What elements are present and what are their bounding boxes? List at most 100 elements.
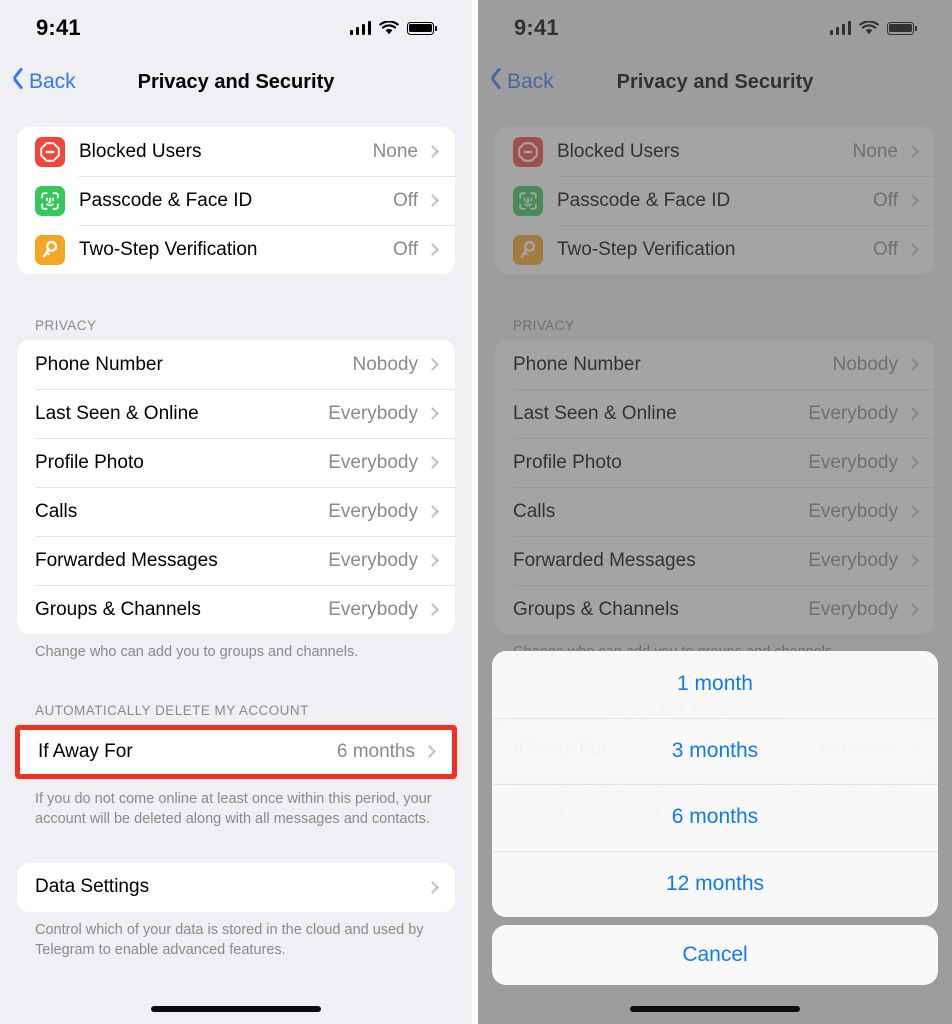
row-value: Everybody <box>808 402 898 424</box>
row-label: Blocked Users <box>557 140 680 162</box>
security-settings-card: Blocked Users None Passcode & Face ID Of… <box>17 127 455 274</box>
row-label: Data Settings <box>35 876 150 898</box>
key-icon <box>513 234 543 265</box>
phone-screen-left: 9:41 Back Privacy and Security Blocked U… <box>0 0 472 1024</box>
chevron-right-icon <box>426 194 439 207</box>
navigation-bar: Back Privacy and Security <box>0 56 472 108</box>
row-groups-channels[interactable]: Groups & Channels Everybody <box>17 585 455 634</box>
row-label: Passcode & Face ID <box>557 189 731 211</box>
chevron-right-icon <box>426 880 439 894</box>
row-last-seen-online[interactable]: Last Seen & Online Everybody <box>495 389 935 438</box>
row-profile-photo[interactable]: Profile Photo Everybody <box>17 438 455 487</box>
privacy-settings-card: Phone Number Nobody Last Seen & Online E… <box>495 340 935 634</box>
row-value: Everybody <box>328 451 418 473</box>
wifi-icon <box>379 20 399 34</box>
chevron-right-icon <box>426 358 439 371</box>
chevron-right-icon <box>906 505 919 518</box>
chevron-right-icon <box>906 243 919 256</box>
row-value: Everybody <box>808 500 898 522</box>
row-value: Everybody <box>808 451 898 473</box>
blocked-users-icon <box>35 136 65 167</box>
action-sheet: 1 month 3 months 6 months 12 months Canc… <box>492 651 938 985</box>
row-label: Groups & Channels <box>35 598 201 620</box>
wifi-icon <box>859 20 879 34</box>
row-value: Off <box>393 189 418 211</box>
row-label: Last Seen & Online <box>35 402 199 424</box>
chevron-right-icon <box>906 194 919 207</box>
action-sheet-option-1-month[interactable]: 1 month <box>492 651 938 718</box>
row-last-seen-online[interactable]: Last Seen & Online Everybody <box>17 389 455 438</box>
row-label: Passcode & Face ID <box>79 189 253 211</box>
row-label: Two-Step Verification <box>557 238 736 260</box>
auto-delete-section-header: AUTOMATICALLY DELETE MY ACCOUNT <box>35 702 309 718</box>
back-button-label: Back <box>507 70 554 93</box>
row-value: Everybody <box>328 598 418 620</box>
auto-delete-section-footer: If you do not come online at least once … <box>35 790 432 828</box>
blocked-users-icon <box>513 136 543 167</box>
row-if-away-for[interactable]: If Away For 6 months <box>20 730 452 774</box>
row-forwarded-messages[interactable]: Forwarded Messages Everybody <box>495 536 935 585</box>
row-profile-photo[interactable]: Profile Photo Everybody <box>495 438 935 487</box>
privacy-section-header: PRIVACY <box>513 318 575 333</box>
phone-screen-right: 9:41 Back Privacy and Security Blocked U… <box>478 0 952 1024</box>
chevron-left-icon <box>490 71 503 93</box>
face-id-icon <box>513 185 543 216</box>
chevron-right-icon <box>423 745 436 758</box>
row-calls[interactable]: Calls Everybody <box>495 487 935 536</box>
row-label: Phone Number <box>35 353 163 375</box>
row-label: Profile Photo <box>35 451 144 473</box>
chevron-right-icon <box>426 603 439 616</box>
highlight-box-if-away-for: If Away For 6 months <box>15 724 457 779</box>
row-value: Nobody <box>832 353 899 375</box>
row-label: Blocked Users <box>79 140 202 162</box>
row-blocked-users[interactable]: Blocked Users None <box>495 127 935 176</box>
action-sheet-option-3-months[interactable]: 3 months <box>492 717 938 785</box>
action-sheet-option-12-months[interactable]: 12 months <box>492 850 938 918</box>
chevron-right-icon <box>906 407 919 420</box>
row-two-step-verification[interactable]: Two-Step Verification Off <box>17 225 455 274</box>
row-value: Everybody <box>808 598 898 620</box>
row-two-step-verification[interactable]: Two-Step Verification Off <box>495 225 935 274</box>
row-label: Forwarded Messages <box>35 549 218 571</box>
status-bar: 9:41 <box>0 0 472 56</box>
row-passcode-face-id[interactable]: Passcode & Face ID Off <box>17 176 455 225</box>
row-forwarded-messages[interactable]: Forwarded Messages Everybody <box>17 536 455 585</box>
row-value: 6 months <box>336 740 415 762</box>
privacy-settings-card: Phone Number Nobody Last Seen & Online E… <box>17 340 455 634</box>
back-button[interactable]: Back <box>12 70 76 94</box>
row-phone-number[interactable]: Phone Number Nobody <box>495 340 935 389</box>
chevron-right-icon <box>426 243 439 256</box>
row-label: Two-Step Verification <box>79 238 258 260</box>
row-label: Calls <box>35 500 78 522</box>
chevron-right-icon <box>906 358 919 371</box>
security-settings-card: Blocked Users None Passcode & Face ID Of… <box>495 127 935 274</box>
chevron-left-icon <box>12 71 25 93</box>
row-label: If Away For <box>38 740 133 762</box>
status-bar-icons <box>349 20 437 36</box>
chevron-right-icon <box>426 554 439 567</box>
action-sheet-options: 1 month 3 months 6 months 12 months <box>492 651 938 917</box>
panel-divider <box>472 0 478 1024</box>
row-label: Last Seen & Online <box>513 402 677 424</box>
row-data-settings[interactable]: Data Settings <box>17 863 455 912</box>
face-id-icon <box>35 185 65 216</box>
row-value: Everybody <box>328 500 418 522</box>
back-button[interactable]: Back <box>490 70 554 94</box>
row-calls[interactable]: Calls Everybody <box>17 487 455 536</box>
row-blocked-users[interactable]: Blocked Users None <box>17 127 455 176</box>
data-settings-footer: Control which of your data is stored in … <box>35 921 424 959</box>
action-sheet-option-6-months[interactable]: 6 months <box>492 784 938 851</box>
back-button-label: Back <box>29 70 76 93</box>
chevron-right-icon <box>906 603 919 616</box>
status-bar: 9:41 <box>478 0 952 56</box>
row-groups-channels[interactable]: Groups & Channels Everybody <box>495 585 935 634</box>
action-sheet-cancel-button[interactable]: Cancel <box>492 925 938 985</box>
chevron-right-icon <box>906 145 919 158</box>
home-indicator <box>0 1006 472 1012</box>
chevron-right-icon <box>906 456 919 469</box>
row-label: Phone Number <box>513 353 641 375</box>
row-phone-number[interactable]: Phone Number Nobody <box>17 340 455 389</box>
row-value: Everybody <box>328 549 418 571</box>
row-passcode-face-id[interactable]: Passcode & Face ID Off <box>495 176 935 225</box>
dual-phone-screenshot: 9:41 Back Privacy and Security Blocked U… <box>0 0 952 1024</box>
